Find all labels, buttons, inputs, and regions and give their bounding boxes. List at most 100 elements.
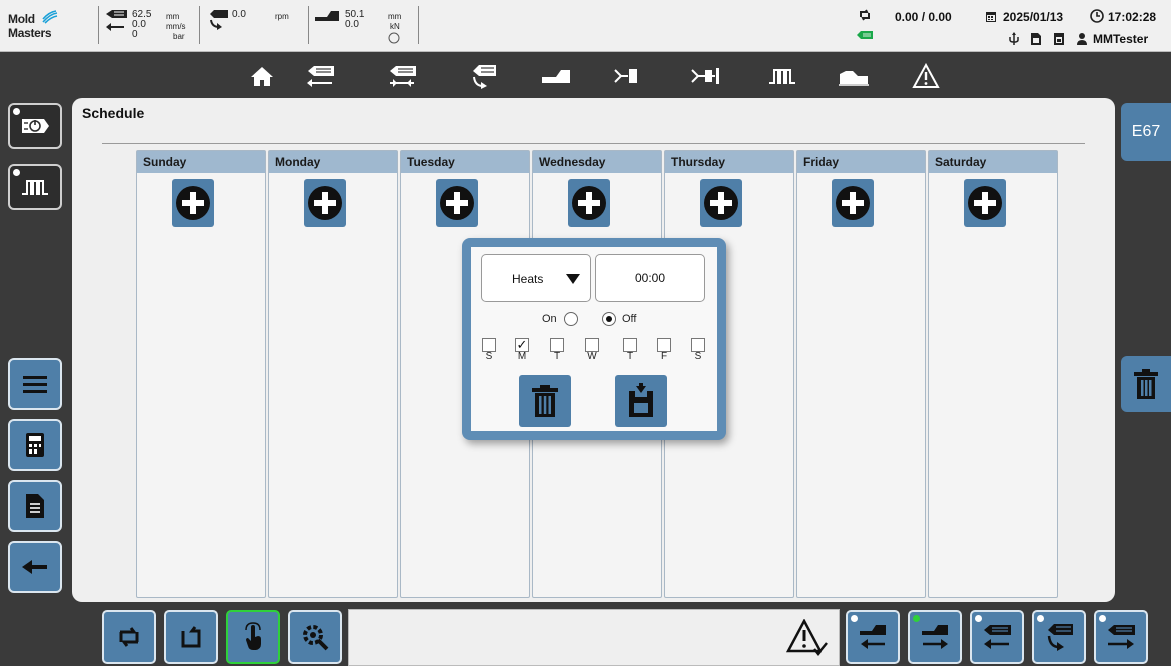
weekday-checkbox-sun[interactable] xyxy=(482,338,496,352)
day-header: Monday xyxy=(269,151,397,173)
injection-active-icon xyxy=(857,31,873,39)
injection-pressure: 0 xyxy=(132,29,138,40)
injection-retract-icon xyxy=(984,625,1011,649)
status-dot xyxy=(851,615,858,622)
back-button[interactable] xyxy=(8,541,62,593)
screw-rotation-icon xyxy=(210,10,228,30)
weekday-checkbox-tue[interactable] xyxy=(550,338,564,352)
temperature-button[interactable] xyxy=(8,164,62,210)
weekday-checkbox-wed[interactable] xyxy=(585,338,599,352)
status-dot xyxy=(1099,615,1106,622)
heater-on-icon xyxy=(22,119,49,133)
unit-mm: mm xyxy=(388,12,402,21)
graph-icon xyxy=(839,71,869,86)
document-button[interactable] xyxy=(8,480,62,532)
nav-ejector[interactable] xyxy=(610,60,646,92)
manual-mode-button[interactable] xyxy=(226,610,280,664)
weekday-checkbox-mon[interactable]: ✓ xyxy=(515,338,529,352)
plus-circle-icon xyxy=(440,186,474,220)
nav-heats[interactable] xyxy=(764,60,800,92)
setup-mode-button[interactable] xyxy=(288,610,342,664)
nav-alarms[interactable] xyxy=(908,60,944,92)
sd-card-icon[interactable] xyxy=(1030,32,1042,46)
day-header: Friday xyxy=(797,151,925,173)
cycle-icon xyxy=(119,627,139,647)
weekday-label: W xyxy=(587,351,597,362)
add-schedule-button[interactable] xyxy=(304,179,346,227)
top-status-bar: Mold Masters 62.5 0.0 0 mm mm/s bar 0.0 … xyxy=(0,0,1171,52)
dialog-body: Heats 00:00 On Off ✓ S M T W T F S xyxy=(471,247,717,431)
core-pull-icon xyxy=(691,68,719,84)
add-schedule-button[interactable] xyxy=(700,179,742,227)
document-icon xyxy=(26,494,44,518)
alarm-message-bar[interactable] xyxy=(348,609,840,666)
unit-mm: mm xyxy=(166,12,180,21)
injection-unit-icon xyxy=(307,66,334,87)
plus-circle-icon xyxy=(176,186,210,220)
clamp-icon xyxy=(315,11,339,21)
nav-screw[interactable] xyxy=(465,60,501,92)
divider xyxy=(102,143,1085,144)
save-schedule-button[interactable] xyxy=(615,375,667,427)
clamp-open-button[interactable] xyxy=(846,610,900,664)
current-time: 17:02:28 xyxy=(1108,10,1157,24)
heater-power-button[interactable] xyxy=(8,103,62,149)
temperature-icon xyxy=(22,180,48,195)
clamp-open-icon xyxy=(860,625,886,649)
add-schedule-button[interactable] xyxy=(964,179,1006,227)
plus-circle-icon xyxy=(968,186,1002,220)
delete-schedule-button[interactable] xyxy=(519,375,571,427)
injection-retract-button[interactable] xyxy=(970,610,1024,664)
error-code-button[interactable]: E67 xyxy=(1121,103,1171,161)
logo-waves-icon xyxy=(42,10,58,24)
separator xyxy=(98,6,99,44)
nav-home[interactable] xyxy=(244,60,280,92)
settings-tool-icon xyxy=(303,625,329,651)
add-schedule-button[interactable] xyxy=(568,179,610,227)
trash-icon xyxy=(1134,369,1158,399)
day-column-friday: Friday xyxy=(796,150,926,598)
single-cycle-icon xyxy=(181,626,201,648)
nav-clamp[interactable] xyxy=(538,60,574,92)
day-column-sunday: Sunday xyxy=(136,150,266,598)
day-header: Sunday xyxy=(137,151,265,173)
clamp-close-button[interactable] xyxy=(908,610,962,664)
nav-hold[interactable] xyxy=(384,60,420,92)
on-radio[interactable] xyxy=(564,312,578,326)
weekday-checkbox-thu[interactable] xyxy=(623,338,637,352)
add-schedule-button[interactable] xyxy=(436,179,478,227)
add-schedule-button[interactable] xyxy=(832,179,874,227)
screw-rotate-button[interactable] xyxy=(1032,610,1086,664)
schedule-type-dropdown[interactable]: Heats xyxy=(481,254,591,302)
memory-icon[interactable] xyxy=(1053,32,1065,46)
nav-injection[interactable] xyxy=(302,60,338,92)
warning-icon xyxy=(912,63,940,88)
weekday-checkbox-fri[interactable] xyxy=(657,338,671,352)
status-dot xyxy=(13,108,20,115)
add-schedule-button[interactable] xyxy=(172,179,214,227)
weekday-label: T xyxy=(553,351,561,362)
semi-auto-button[interactable] xyxy=(164,610,218,664)
home-icon xyxy=(251,67,273,86)
day-header: Tuesday xyxy=(401,151,529,173)
injection-forward-button[interactable] xyxy=(1094,610,1148,664)
menu-button[interactable] xyxy=(8,358,62,410)
auto-cycle-button[interactable] xyxy=(102,610,156,664)
touch-hand-icon xyxy=(245,622,261,650)
calculator-button[interactable] xyxy=(8,419,62,471)
temperature-icon xyxy=(769,69,795,84)
delete-all-button[interactable] xyxy=(1121,356,1171,412)
screw-rpm: 0.0 xyxy=(232,9,246,20)
injection-forward-icon xyxy=(1108,625,1135,649)
usb-icon[interactable] xyxy=(1008,32,1020,46)
user-icon xyxy=(1077,33,1087,45)
status-dot xyxy=(975,615,982,622)
off-radio[interactable] xyxy=(602,312,616,326)
nav-core[interactable] xyxy=(688,60,724,92)
clamp-close-icon xyxy=(922,625,948,649)
nav-graphs[interactable] xyxy=(836,60,872,92)
unit-bar: bar xyxy=(173,32,185,41)
save-icon xyxy=(629,383,653,417)
weekday-checkbox-sat[interactable] xyxy=(691,338,705,352)
time-input[interactable]: 00:00 xyxy=(595,254,705,302)
